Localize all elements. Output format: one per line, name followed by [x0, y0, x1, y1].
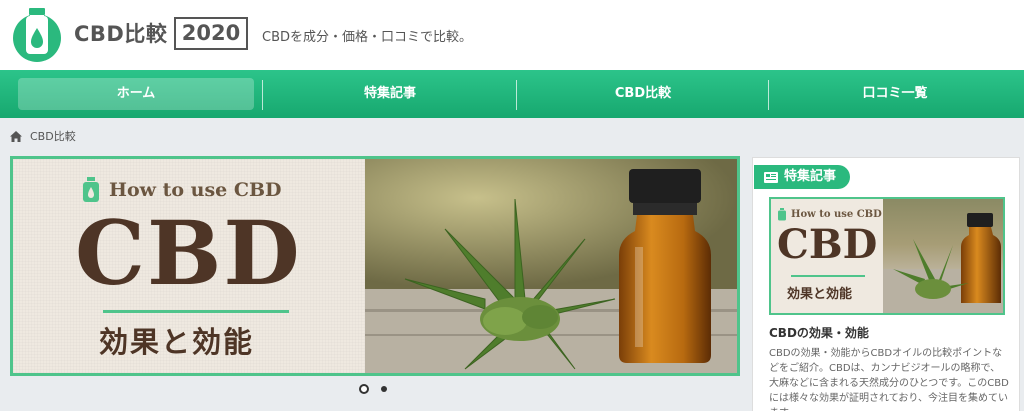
cbd-bottle-logo-icon[interactable]: [12, 6, 62, 64]
cbd-oil-bottle-photo: [365, 159, 737, 373]
nav-item-features[interactable]: 特集記事: [264, 78, 516, 110]
slide-divider: [103, 310, 289, 313]
cbd-bottle-icon: [83, 177, 99, 202]
thumb-divider: [791, 275, 865, 277]
thumb-big-title: CBD: [777, 221, 878, 268]
slide-howto: How to use CBD: [81, 177, 282, 203]
thumb-subtitle: 効果と効能: [787, 287, 853, 302]
site-tagline: CBDを成分・価格・口コミで比較。: [262, 30, 473, 45]
site-logo-text[interactable]: CBD比較: [74, 18, 167, 48]
article-excerpt: CBDの効果・効能からCBDオイルの比較ポイントなどをご紹介。CBDは、カンナビ…: [769, 348, 1009, 411]
thumb-text-panel: How to use CBD CBD 効果と効能: [771, 199, 883, 313]
slide-big-title: CBD: [75, 201, 302, 305]
featured-section-text: 特集記事: [784, 169, 837, 184]
home-icon[interactable]: [10, 130, 22, 142]
thumb-photo: [883, 199, 1003, 313]
thumb-howto: How to use CBD: [777, 208, 882, 221]
featured-section-label: 特集記事: [754, 165, 851, 189]
breadcrumb-current[interactable]: CBD比較: [30, 128, 76, 144]
nav-divider: [768, 80, 769, 110]
slide-subtitle: 効果と効能: [99, 325, 255, 359]
featured-article-card[interactable]: 特集記事 How to use CBD CBD 効果と効能 CBDの効果・効能 …: [752, 157, 1020, 411]
hero-slider[interactable]: How to use CBD CBD 効果と効能: [10, 156, 740, 376]
slider-dot-1[interactable]: [359, 384, 369, 394]
main-nav: ホーム 特集記事 CBD比較 口コミ一覧: [0, 70, 1024, 118]
article-thumbnail[interactable]: How to use CBD CBD 効果と効能: [769, 197, 1005, 315]
slide-howto-text: How to use CBD: [109, 179, 282, 201]
article-title[interactable]: CBDの効果・効能: [769, 324, 869, 341]
site-header: CBD比較 2020 CBDを成分・価格・口コミで比較。: [0, 0, 1024, 70]
thumb-howto-text: How to use CBD: [791, 209, 882, 220]
newspaper-icon: [764, 171, 778, 183]
nav-divider: [262, 80, 263, 110]
nav-item-home[interactable]: ホーム: [18, 78, 254, 110]
nav-divider: [516, 80, 517, 110]
cbd-oil-bottle-photo: [883, 213, 1003, 313]
slider-dots: [359, 384, 399, 394]
nav-item-cbd-compare[interactable]: CBD比較: [518, 78, 768, 110]
slider-dot-2[interactable]: [381, 386, 387, 392]
slide-text-panel: How to use CBD CBD 効果と効能: [13, 159, 365, 373]
site-logo-year[interactable]: 2020: [174, 17, 248, 50]
nav-item-reviews[interactable]: 口コミ一覧: [770, 78, 1020, 110]
breadcrumb: CBD比較: [10, 128, 76, 144]
slide-photo: [365, 159, 737, 373]
cbd-bottle-icon: [778, 208, 786, 221]
